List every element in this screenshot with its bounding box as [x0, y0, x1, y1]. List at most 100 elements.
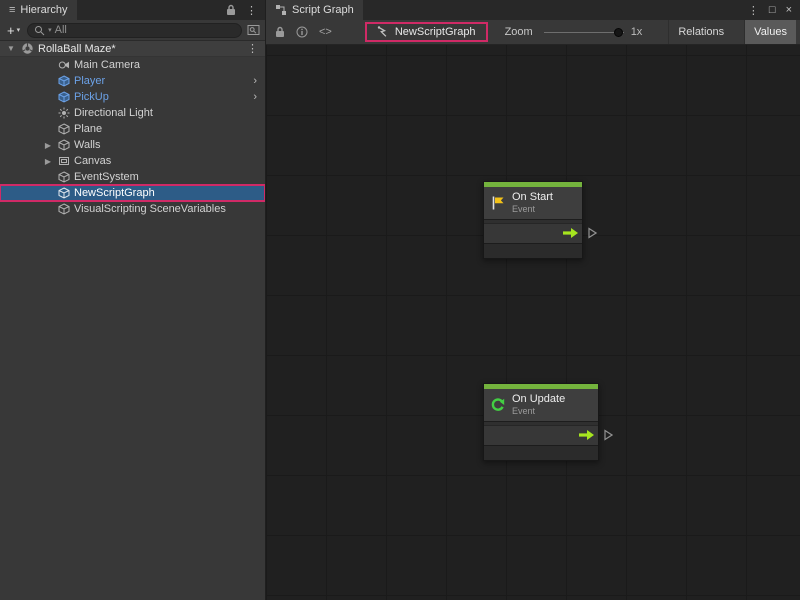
hierarchy-item-canvas[interactable]: ▶ Canvas	[0, 153, 265, 169]
hierarchy-tabbar-icons: ⋮	[218, 0, 265, 20]
hierarchy-item-main-camera[interactable]: Main Camera	[0, 57, 265, 73]
node-port-row	[484, 223, 582, 243]
zoom-slider-handle[interactable]	[614, 28, 623, 37]
values-toggle-button[interactable]: Values	[744, 20, 796, 45]
scene-kebab-icon[interactable]: ⋮	[247, 42, 258, 55]
cube-icon	[58, 123, 70, 135]
lock-icon[interactable]	[226, 4, 236, 16]
node-on-start[interactable]: On Start Event	[483, 181, 583, 259]
tab-hierarchy-label: Hierarchy	[20, 4, 67, 16]
lock-icon[interactable]	[275, 26, 285, 38]
hierarchy-item-pickup[interactable]: PickUp ›	[0, 89, 265, 105]
tab-hierarchy[interactable]: ≡ Hierarchy	[0, 0, 77, 20]
panel-menu-icon: ≡	[9, 4, 15, 16]
search-window-icon[interactable]	[247, 24, 260, 36]
hierarchy-search-input[interactable]: ▾ All	[27, 23, 242, 38]
hierarchy-item-plane[interactable]: Plane	[0, 121, 265, 137]
flag-icon	[490, 195, 506, 211]
unity-scene-icon	[21, 42, 34, 55]
node-port-row	[484, 425, 598, 445]
close-icon[interactable]: ×	[786, 4, 792, 16]
maximize-icon[interactable]: □	[769, 4, 776, 16]
zoom-value: 1x	[631, 26, 643, 38]
item-label: Canvas	[74, 155, 111, 167]
hierarchy-item-visualscripting-scenevariables[interactable]: VisualScripting SceneVariables	[0, 201, 265, 217]
hierarchy-toolbar: + ▾ ▾ All	[0, 20, 265, 41]
graph-name-breadcrumb[interactable]: NewScriptGraph	[365, 22, 488, 42]
cube-icon	[58, 187, 70, 199]
item-label: Directional Light	[74, 107, 153, 119]
panel-kebab-icon[interactable]: ⋮	[246, 4, 257, 17]
prefab-cube-icon	[58, 91, 70, 103]
cube-icon	[58, 203, 70, 215]
prefab-chevron-icon[interactable]: ›	[253, 91, 257, 103]
tabbar-spacer	[77, 0, 219, 20]
expand-icon[interactable]: ▶	[42, 141, 54, 150]
search-filter-value: All	[55, 24, 67, 36]
zoom-label: Zoom	[505, 26, 533, 38]
canvas-icon	[58, 155, 70, 167]
hierarchy-item-directional-light[interactable]: Directional Light	[0, 105, 265, 121]
node-subtitle: Event	[512, 205, 553, 215]
node-footer	[484, 445, 598, 460]
item-label: Walls	[74, 139, 100, 151]
zoom-slider[interactable]	[544, 27, 624, 38]
scene-row[interactable]: ▼ RollaBall Maze* ⋮	[0, 41, 265, 57]
scene-name: RollaBall Maze*	[38, 43, 116, 55]
item-label: EventSystem	[74, 171, 139, 183]
node-on-update[interactable]: On Update Event	[483, 383, 599, 461]
cube-icon	[58, 171, 70, 183]
item-label: Main Camera	[74, 59, 140, 71]
flow-arrow-icon	[578, 430, 595, 441]
prefab-chevron-icon[interactable]: ›	[253, 75, 257, 87]
hierarchy-panel: ≡ Hierarchy ⋮ + ▾ ▾ All ▼	[0, 0, 265, 600]
graph-toolbar: <> NewScriptGraph Zoom 1x Relations Valu…	[266, 20, 800, 45]
output-port[interactable]	[588, 228, 597, 239]
graph-name-label: NewScriptGraph	[395, 26, 476, 38]
node-title: On Start	[512, 191, 553, 205]
graph-tabbar: Script Graph ⋮ □ ×	[266, 0, 800, 20]
camera-icon	[58, 59, 70, 71]
hierarchy-item-player[interactable]: Player ›	[0, 73, 265, 89]
zoom-slider-track[interactable]	[544, 32, 624, 34]
tab-script-graph[interactable]: Script Graph	[266, 0, 363, 20]
window-controls: ⋮ □ ×	[740, 0, 800, 20]
hierarchy-tabbar: ≡ Hierarchy ⋮	[0, 0, 265, 20]
output-port[interactable]	[604, 430, 613, 441]
create-object-button[interactable]: + ▾	[5, 23, 22, 38]
item-label: VisualScripting SceneVariables	[74, 203, 226, 215]
hierarchy-tree: ▼ RollaBall Maze* ⋮ Main Camera Player ›	[0, 41, 265, 217]
item-label: NewScriptGraph	[74, 187, 155, 199]
prefab-cube-icon	[58, 75, 70, 87]
code-icon[interactable]: <>	[319, 26, 332, 38]
tab-script-graph-label: Script Graph	[292, 4, 354, 16]
cube-icon	[58, 139, 70, 151]
plus-icon: +	[7, 23, 15, 38]
script-graph-asset-icon	[377, 26, 389, 38]
node-header[interactable]: On Start Event	[484, 187, 582, 219]
collapse-icon[interactable]: ▼	[5, 44, 17, 53]
item-label: PickUp	[74, 91, 109, 103]
info-icon[interactable]	[296, 26, 308, 38]
window-kebab-icon[interactable]: ⋮	[748, 4, 759, 17]
node-subtitle: Event	[512, 407, 565, 417]
tabbar-spacer	[363, 0, 740, 20]
graph-canvas[interactable]: On Start Event	[266, 45, 800, 600]
expand-icon[interactable]: ▶	[42, 157, 54, 166]
light-icon	[58, 107, 70, 119]
node-footer	[484, 243, 582, 258]
hierarchy-item-newscriptgraph[interactable]: NewScriptGraph	[0, 185, 265, 201]
caret-down-icon: ▾	[17, 26, 21, 34]
loop-icon	[490, 397, 506, 413]
relations-toggle-button[interactable]: Relations	[668, 20, 733, 45]
node-title: On Update	[512, 393, 565, 407]
item-label: Player	[74, 75, 105, 87]
item-label: Plane	[74, 123, 102, 135]
script-graph-panel: Script Graph ⋮ □ × <> NewScriptGraph Zoo…	[265, 0, 800, 600]
hierarchy-item-walls[interactable]: ▶ Walls	[0, 137, 265, 153]
hierarchy-item-eventsystem[interactable]: EventSystem	[0, 169, 265, 185]
search-caret-icon: ▾	[48, 26, 52, 34]
search-icon	[34, 25, 45, 36]
graph-tab-icon	[275, 4, 287, 16]
node-header[interactable]: On Update Event	[484, 389, 598, 421]
